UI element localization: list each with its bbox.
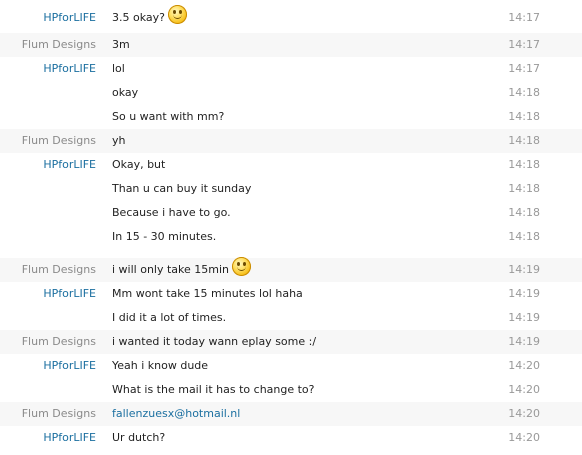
timestamp: 14:17: [508, 38, 540, 51]
smiley-icon: [232, 257, 252, 276]
message-text: Than u can buy it sunday: [112, 182, 252, 195]
timestamp: 14:20: [508, 407, 540, 420]
message-row: Than u can buy it sunday 14:18: [0, 177, 582, 201]
message-text: So u want with mm?: [112, 110, 225, 123]
message-text: okay: [112, 86, 139, 99]
timestamp: 14:18: [508, 110, 540, 123]
message-text: 3m: [112, 38, 130, 51]
message-row: HPforLIFE Ur dutch? 14:20: [0, 426, 582, 450]
timestamp: 14:20: [508, 431, 540, 444]
sender-name[interactable]: HPforLIFE: [43, 359, 96, 372]
message-text: Mm wont take 15 minutes lol haha: [112, 287, 303, 300]
sender-name[interactable]: HPforLIFE: [43, 11, 96, 24]
message-text: i wanted it today wann eplay some :/: [112, 335, 317, 348]
message-text: lol: [112, 62, 125, 75]
timestamp: 14:19: [508, 311, 540, 324]
timestamp: 14:18: [508, 230, 540, 243]
timestamp: 14:18: [508, 182, 540, 195]
timestamp: 14:17: [508, 62, 540, 75]
message-row: Flum Designs yh 14:18: [0, 129, 582, 153]
message-row: So u want with mm? 14:18: [0, 105, 582, 129]
sender-name[interactable]: Flum Designs: [22, 38, 96, 51]
email-link[interactable]: fallenzuesx@hotmail.nl: [112, 407, 240, 420]
message-row: Flum Designs fallenzuesx@hotmail.nl 14:2…: [0, 402, 582, 426]
sender-name[interactable]: HPforLIFE: [43, 62, 96, 75]
message-row: I did it a lot of times. 14:19: [0, 306, 582, 330]
message-text: 3.5 okay?: [112, 5, 187, 24]
message-row: okay 14:18: [0, 81, 582, 105]
message-text: Because i have to go.: [112, 206, 231, 219]
message-row: What is the mail it has to change to? 14…: [0, 378, 582, 402]
message-text: What is the mail it has to change to?: [112, 383, 315, 396]
message-row: HPforLIFE Okay, but 14:18: [0, 153, 582, 177]
message-row: Flum Designs 3m 14:17: [0, 33, 582, 57]
message-text: Yeah i know dude: [112, 359, 209, 372]
message-row: Flum Designs i will only take 15min 14:1…: [0, 257, 582, 282]
sender-name[interactable]: Flum Designs: [22, 263, 96, 276]
message-text: i will only take 15min: [112, 257, 252, 276]
timestamp: 14:18: [508, 134, 540, 147]
message-row: In 15 - 30 minutes. 14:18: [0, 225, 582, 249]
message-text: I did it a lot of times.: [112, 311, 227, 324]
timestamp: 14:18: [508, 158, 540, 171]
message-text: Okay, but: [112, 158, 166, 171]
message-row: HPforLIFE 3.5 okay? 14:17: [0, 5, 582, 30]
message-row: HPforLIFE Yeah i know dude 14:20: [0, 354, 582, 378]
timestamp: 14:18: [508, 86, 540, 99]
sender-name[interactable]: Flum Designs: [22, 134, 96, 147]
timestamp: 14:18: [508, 206, 540, 219]
timestamp: 14:19: [508, 263, 540, 276]
timestamp: 14:19: [508, 287, 540, 300]
sender-name[interactable]: Flum Designs: [22, 407, 96, 420]
message-row: HPforLIFE lol 14:17: [0, 57, 582, 81]
sender-name[interactable]: HPforLIFE: [43, 287, 96, 300]
sender-name[interactable]: HPforLIFE: [43, 431, 96, 444]
message-row: Flum Designs i wanted it today wann epla…: [0, 330, 582, 354]
sender-name[interactable]: HPforLIFE: [43, 158, 96, 171]
message-row: HPforLIFE Mm wont take 15 minutes lol ha…: [0, 282, 582, 306]
message-text: yh: [112, 134, 126, 147]
smiley-icon: [168, 5, 187, 24]
timestamp: 14:17: [508, 11, 540, 24]
message-text: Ur dutch?: [112, 431, 166, 444]
sender-name[interactable]: Flum Designs: [22, 335, 96, 348]
chat-history: HPforLIFE 3.5 okay? 14:17 Flum Designs 3…: [0, 0, 582, 455]
timestamp: 14:20: [508, 359, 540, 372]
timestamp: 14:19: [508, 335, 540, 348]
message-row: Because i have to go. 14:18: [0, 201, 582, 225]
message-text: In 15 - 30 minutes.: [112, 230, 217, 243]
timestamp: 14:20: [508, 383, 540, 396]
